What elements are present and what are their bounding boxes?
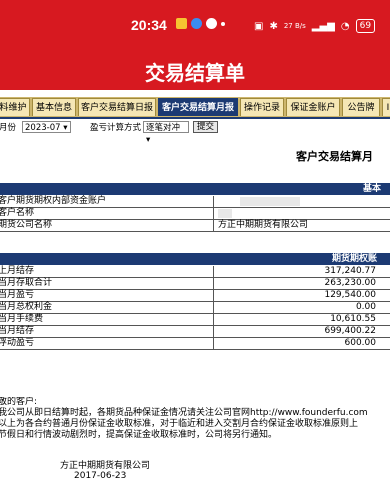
row-label: 当月盈亏 bbox=[0, 290, 35, 300]
notice-line: 我公司从即日结算时起，各期货品种保证金情况请关注公司官网http://www.f… bbox=[0, 408, 368, 418]
profit-method-label: 盈亏计算方式 bbox=[90, 123, 142, 133]
row-label: 客户期货期权内部资金账户 bbox=[0, 196, 107, 206]
table-row: 浮动盈亏 600.00 bbox=[0, 338, 390, 350]
status-time: 20:34 bbox=[131, 17, 167, 33]
tab-basic-info[interactable]: 基本信息 bbox=[32, 98, 76, 116]
table-row: 当月总权利金 0.00 bbox=[0, 302, 390, 314]
table-row: 当月盈亏 129,540.00 bbox=[0, 290, 390, 302]
signal-icon: ▂▄▆ bbox=[311, 20, 335, 32]
month-label: 月份 bbox=[0, 123, 17, 133]
notice-line: 节假日和行情波动剧烈时，提高保证金收取标准时，公司将另行通知。 bbox=[0, 430, 278, 440]
bluetooth-icon: ✱ bbox=[269, 20, 278, 32]
system-icons: ▣ ✱ 27 B/s ▂▄▆ ◔ 69 bbox=[254, 19, 376, 33]
signature-date: 2017-06-23 bbox=[74, 471, 127, 481]
row-value: 0.00 bbox=[355, 302, 376, 312]
tab-operation-log[interactable]: 操作记录 bbox=[240, 98, 284, 116]
table-row: 当月手续费 10,610.55 bbox=[0, 314, 390, 326]
dot-icon bbox=[221, 21, 225, 26]
row-label: 浮动盈亏 bbox=[0, 338, 35, 348]
row-value: 263,230.00 bbox=[324, 278, 376, 288]
status-bar: 20:34 ▣ ✱ 27 B/s ▂▄▆ ◔ 69 bbox=[0, 0, 390, 58]
row-label: 上月结存 bbox=[0, 266, 35, 276]
masked-value bbox=[218, 209, 232, 218]
futures-account-header: 期货期权账 bbox=[0, 253, 390, 265]
table-row: 客户期货期权内部资金账户 bbox=[0, 196, 390, 208]
futures-account-table: 上月结存 317,240.77 当月存取合计 263,230.00 当月盈亏 1… bbox=[0, 266, 390, 350]
basic-info-header: 基本 bbox=[0, 183, 390, 195]
basic-info-table: 客户期货期权内部资金账户 客户名称 期货公司名称 方正中期期货有限公司 bbox=[0, 196, 390, 232]
company-signature: 方正中期期货有限公司 bbox=[60, 461, 151, 471]
notice-text: 敬的客户: 我公司从即日结算时起，各期货品种保证金情况请关注公司官网http:/… bbox=[0, 397, 390, 441]
row-label: 期货公司名称 bbox=[0, 220, 53, 230]
wifi-icon: ◔ bbox=[340, 20, 350, 32]
app-icon bbox=[191, 18, 202, 29]
app-icon bbox=[206, 18, 217, 29]
tab-bar: 料维护 基本信息 客户交易结算日报 客户交易结算月报 操作记录 保证金账户 公告… bbox=[0, 97, 390, 119]
month-select[interactable]: 2023-07 ▾ bbox=[22, 121, 71, 133]
row-value: 699,400.22 bbox=[324, 326, 376, 336]
profit-method-select[interactable]: 逐笔对冲 ▾ bbox=[143, 121, 189, 145]
row-value: 600.00 bbox=[344, 338, 377, 348]
nfc-icon: ▣ bbox=[254, 20, 264, 32]
app-icon bbox=[176, 18, 187, 29]
tab-bulletin-board[interactable]: 公告牌 bbox=[342, 98, 380, 116]
filter-bar: 月份 2023-07 ▾ 盈亏计算方式 逐笔对冲 ▾ 提交 bbox=[0, 121, 390, 145]
network-speed: 27 B/s bbox=[283, 22, 306, 30]
row-label: 当月总权利金 bbox=[0, 302, 53, 312]
month-value: 2023-07 bbox=[25, 123, 61, 133]
row-value: 方正中期期货有限公司 bbox=[218, 220, 309, 230]
row-label: 当月存取合计 bbox=[0, 278, 53, 288]
submit-button[interactable]: 提交 bbox=[193, 121, 219, 133]
basic-info-header-label: 基本 bbox=[363, 184, 382, 194]
notice-line: 以上为各合约普通月份保证金收取标准，对于临近和进入交割月合约保证金收取标准原则上 bbox=[0, 419, 359, 429]
masked-value bbox=[240, 197, 300, 206]
table-row: 期货公司名称 方正中期期货有限公司 bbox=[0, 220, 390, 232]
notice-line: 敬的客户: bbox=[0, 397, 38, 407]
row-label: 当月手续费 bbox=[0, 314, 44, 324]
row-value: 10,610.55 bbox=[330, 314, 376, 324]
tab-more[interactable]: I bbox=[382, 98, 390, 116]
battery-icon: 69 bbox=[355, 19, 376, 33]
notification-icons bbox=[176, 18, 225, 29]
row-label: 当月结存 bbox=[0, 326, 35, 336]
row-label: 客户名称 bbox=[0, 208, 35, 218]
table-row: 上月结存 317,240.77 bbox=[0, 266, 390, 278]
page-header: 交易结算单 bbox=[0, 58, 390, 90]
futures-account-header-label: 期货期权账 bbox=[332, 254, 378, 264]
report-title: 客户交易结算月 bbox=[296, 150, 373, 163]
row-value: 317,240.77 bbox=[324, 266, 376, 276]
tab-daily-report[interactable]: 客户交易结算日报 bbox=[78, 98, 156, 116]
row-value: 129,540.00 bbox=[324, 290, 376, 300]
table-row: 客户名称 bbox=[0, 208, 390, 220]
profit-method-value: 逐笔对冲 bbox=[146, 123, 181, 133]
tab-monthly-report[interactable]: 客户交易结算月报 bbox=[158, 98, 238, 116]
tab-margin-account[interactable]: 保证金账户 bbox=[286, 98, 340, 116]
table-row: 当月存取合计 263,230.00 bbox=[0, 278, 390, 290]
tab-data-maintenance[interactable]: 料维护 bbox=[0, 98, 30, 116]
table-row: 当月结存 699,400.22 bbox=[0, 326, 390, 338]
